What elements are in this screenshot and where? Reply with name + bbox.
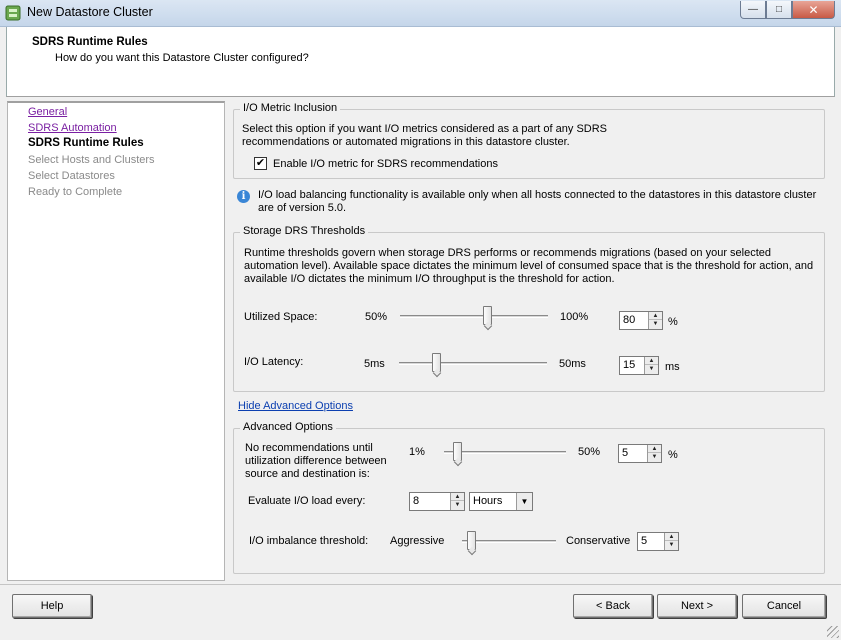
step-sdrs-runtime-rules: SDRS Runtime Rules xyxy=(28,137,144,149)
thresholds-description-3: available I/O dictates the minimum I/O t… xyxy=(244,273,615,285)
slider-track xyxy=(462,540,556,543)
footer-divider xyxy=(0,584,841,585)
utilized-space-unit: % xyxy=(668,316,678,328)
io-metric-description-2: recommendations or automated migrations … xyxy=(242,136,570,148)
evaluate-value[interactable]: 8 xyxy=(413,495,419,507)
spin-up-icon[interactable]: ▲ xyxy=(451,493,464,501)
spin-up-icon[interactable]: ▲ xyxy=(648,445,661,453)
minimize-icon: — xyxy=(748,4,758,15)
chevron-down-icon[interactable]: ▼ xyxy=(516,493,532,510)
resize-grip-icon[interactable] xyxy=(827,626,839,638)
back-button[interactable]: < Back xyxy=(573,594,653,618)
title-bar: New Datastore Cluster — □ ✕ xyxy=(0,0,841,27)
no-rec-label-2: utilization difference between xyxy=(245,455,387,467)
io-latency-spinner[interactable]: 15 ▲ ▼ xyxy=(619,356,659,375)
io-latency-unit: ms xyxy=(665,361,680,373)
spin-down-icon[interactable]: ▼ xyxy=(645,365,658,373)
io-latency-min: 5ms xyxy=(364,358,385,370)
thresholds-description-2: automation level). Available space dicta… xyxy=(244,260,814,272)
slider-thumb[interactable] xyxy=(467,531,476,550)
no-rec-label-1: No recommendations until xyxy=(245,442,373,454)
utilized-space-spinner[interactable]: 80 ▲ ▼ xyxy=(619,311,663,330)
enable-io-metric-label: Enable I/O metric for SDRS recommendatio… xyxy=(273,158,498,170)
spin-up-icon[interactable]: ▲ xyxy=(649,312,662,320)
step-select-datastores: Select Datastores xyxy=(28,170,115,182)
info-line-1: I/O load balancing functionality is avai… xyxy=(258,189,817,201)
evaluate-spinner[interactable]: 8 ▲ ▼ xyxy=(409,492,465,511)
io-latency-value[interactable]: 15 xyxy=(623,359,635,371)
next-button[interactable]: Next > xyxy=(657,594,737,618)
help-button[interactable]: Help xyxy=(12,594,92,618)
io-metric-description-1: Select this option if you want I/O metri… xyxy=(242,123,608,135)
info-icon: i xyxy=(237,190,250,203)
utilized-space-label: Utilized Space: xyxy=(244,311,318,323)
minimize-button[interactable]: — xyxy=(740,1,766,19)
window-controls: — □ ✕ xyxy=(740,1,835,19)
spin-down-icon[interactable]: ▼ xyxy=(451,501,464,509)
slider-thumb[interactable] xyxy=(483,306,492,325)
spin-down-icon[interactable]: ▼ xyxy=(648,453,661,461)
imbalance-spinner[interactable]: 5 ▲ ▼ xyxy=(637,532,679,551)
hide-advanced-options-link[interactable]: Hide Advanced Options xyxy=(238,400,353,412)
wizard-steps: General SDRS Automation SDRS Runtime Rul… xyxy=(7,101,225,581)
no-rec-spinner[interactable]: 5 ▲ ▼ xyxy=(618,444,662,463)
spin-up-icon[interactable]: ▲ xyxy=(665,533,678,541)
maximize-icon: □ xyxy=(775,4,783,15)
slider-track xyxy=(399,362,547,365)
spin-down-icon[interactable]: ▼ xyxy=(649,320,662,328)
thresholds-legend: Storage DRS Thresholds xyxy=(240,225,369,237)
window-title: New Datastore Cluster xyxy=(27,5,153,19)
imbalance-value[interactable]: 5 xyxy=(641,535,647,547)
evaluate-unit-select[interactable]: Hours ▼ xyxy=(469,492,533,511)
advanced-options-legend: Advanced Options xyxy=(240,421,336,433)
page-title: SDRS Runtime Rules xyxy=(32,36,148,48)
wizard-header: SDRS Runtime Rules How do you want this … xyxy=(6,27,835,97)
io-latency-slider[interactable] xyxy=(399,353,547,373)
no-rec-unit: % xyxy=(668,449,678,461)
no-rec-label-3: source and destination is: xyxy=(245,468,370,480)
imbalance-label: I/O imbalance threshold: xyxy=(249,535,369,547)
imbalance-max: Conservative xyxy=(566,535,631,547)
close-button[interactable]: ✕ xyxy=(792,1,835,19)
utilized-space-min: 50% xyxy=(365,311,388,323)
step-general[interactable]: General xyxy=(28,106,67,118)
maximize-button[interactable]: □ xyxy=(766,1,792,19)
spin-up-icon[interactable]: ▲ xyxy=(645,357,658,365)
slider-thumb[interactable] xyxy=(432,353,441,372)
utilized-space-value[interactable]: 80 xyxy=(623,314,635,326)
io-metric-legend: I/O Metric Inclusion xyxy=(240,102,341,114)
checkmark-icon: ✔ xyxy=(255,157,266,169)
slider-track xyxy=(400,315,548,318)
cancel-button[interactable]: Cancel xyxy=(742,594,826,618)
page-subtitle: How do you want this Datastore Cluster c… xyxy=(55,52,309,64)
slider-track xyxy=(444,451,566,454)
enable-io-metric-checkbox[interactable]: ✔ xyxy=(254,157,267,170)
io-latency-label: I/O Latency: xyxy=(244,356,304,368)
utilized-space-slider[interactable] xyxy=(400,306,548,326)
info-line-2: are of version 5.0. xyxy=(258,202,347,214)
evaluate-label: Evaluate I/O load every: xyxy=(248,495,366,507)
io-latency-max: 50ms xyxy=(559,358,586,370)
no-rec-max: 50% xyxy=(578,446,601,458)
datastore-cluster-icon xyxy=(5,5,21,21)
step-sdrs-automation[interactable]: SDRS Automation xyxy=(28,122,117,134)
no-rec-slider[interactable] xyxy=(444,442,566,462)
no-rec-min: 1% xyxy=(409,446,425,458)
step-ready-to-complete: Ready to Complete xyxy=(28,186,123,198)
thresholds-description-1: Runtime thresholds govern when storage D… xyxy=(244,247,772,259)
no-rec-value[interactable]: 5 xyxy=(622,447,628,459)
close-icon: ✕ xyxy=(808,2,819,17)
step-select-hosts: Select Hosts and Clusters xyxy=(28,154,155,166)
utilized-space-max: 100% xyxy=(560,311,589,323)
imbalance-slider[interactable] xyxy=(462,531,556,551)
imbalance-min: Aggressive xyxy=(390,535,445,547)
slider-thumb[interactable] xyxy=(453,442,462,461)
spin-down-icon[interactable]: ▼ xyxy=(665,541,678,549)
evaluate-unit-value: Hours xyxy=(473,495,503,507)
